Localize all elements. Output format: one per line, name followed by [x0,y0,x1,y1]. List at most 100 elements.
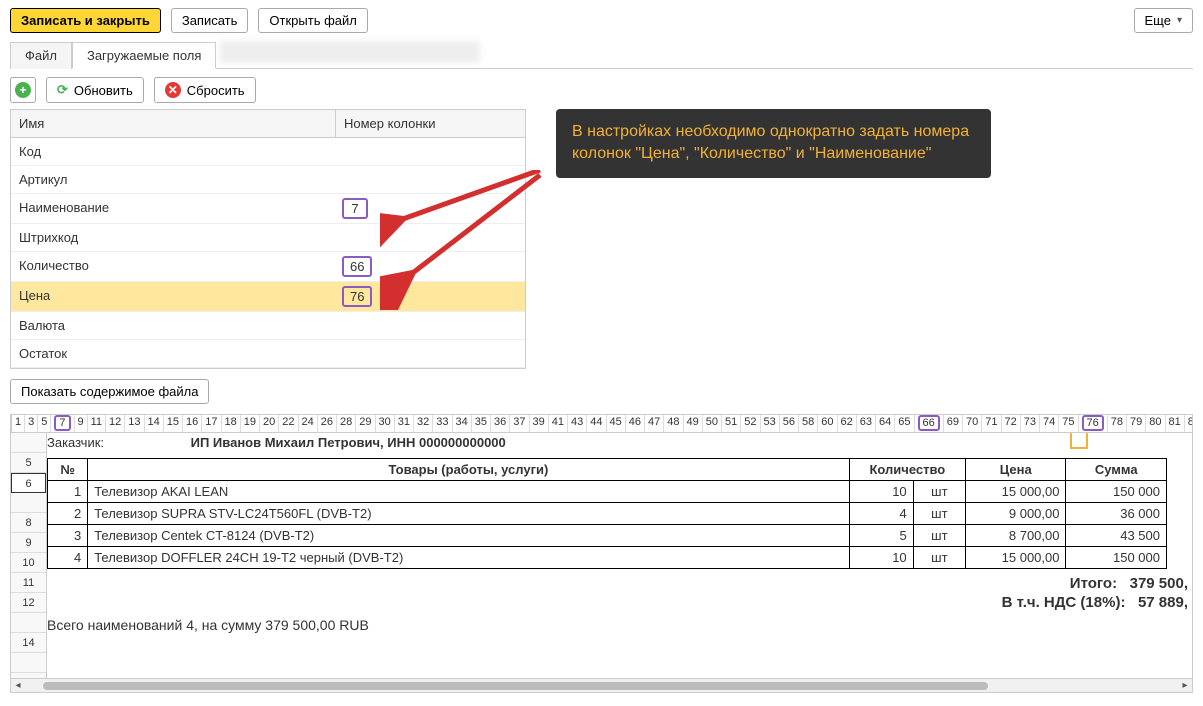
column-header-cell[interactable]: 48 [664,415,683,432]
table-row[interactable]: 1Телевизор AKAI LEAN10шт15 000,00150 000 [48,481,1167,503]
column-header-cell[interactable]: 56 [780,415,799,432]
row-header-cell[interactable]: 16 [11,673,46,678]
horizontal-scrollbar[interactable]: ◂ ▸ [11,678,1192,692]
column-header-cell[interactable]: 81 [1166,415,1185,432]
column-header-strip[interactable]: 1357911121314151617181920222426282930313… [11,415,1192,433]
column-header-cell[interactable]: 74 [1040,415,1059,432]
row-header-cell[interactable] [11,493,46,513]
column-header-cell[interactable]: 39 [530,415,549,432]
tab-loaded-fields[interactable]: Загружаемые поля [72,42,216,69]
column-header-cell[interactable]: 19 [241,415,260,432]
th-no[interactable]: № [48,459,88,481]
column-header-cell[interactable]: 18 [222,415,241,432]
column-header-cell[interactable]: 22 [279,415,298,432]
column-header-cell[interactable]: 16 [183,415,202,432]
field-row[interactable]: Артикул [11,166,525,194]
column-header-cell[interactable]: 5 [38,415,51,432]
column-header-cell[interactable]: 29 [356,415,375,432]
more-button[interactable]: Еще ▾ [1134,8,1193,33]
row-header-cell[interactable]: 5 [11,453,46,473]
column-header-cell[interactable]: 12 [106,415,125,432]
field-row-colnum[interactable] [336,138,525,165]
row-header-cell[interactable]: 14 [11,633,46,653]
save-button[interactable]: Записать [171,8,249,33]
column-header-cell[interactable]: 30 [376,415,395,432]
column-header-cell[interactable]: 70 [963,415,982,432]
field-row[interactable]: Количество66 [11,252,525,282]
row-header-cell[interactable] [11,613,46,633]
field-row[interactable]: Остаток [11,340,525,368]
row-header-cell[interactable] [11,653,46,673]
column-header-cell[interactable]: 71 [982,415,1001,432]
sheet-content[interactable]: Заказчик: ИП Иванов Михаил Петрович, ИНН… [47,433,1192,678]
field-row[interactable]: Наименование7 [11,194,525,224]
column-header-cell[interactable]: 63 [857,415,876,432]
refresh-button[interactable]: ⟳ Обновить [46,77,144,103]
th-price[interactable]: Цена [966,459,1066,481]
table-row[interactable]: 3Телевизор Centek CT-8124 (DVB-T2)5шт8 7… [48,525,1167,547]
column-header-cell[interactable]: 28 [337,415,356,432]
field-row-colnum[interactable] [336,166,525,193]
column-header-cell[interactable]: 76 [1079,415,1108,432]
column-header-cell[interactable]: 82 [1185,415,1192,432]
row-header-column[interactable]: 56891011121416 [11,433,47,678]
row-header-cell[interactable]: 9 [11,533,46,553]
save-close-button[interactable]: Записать и закрыть [10,8,161,33]
column-header-cell[interactable]: 66 [915,415,944,432]
show-file-content-button[interactable]: Показать содержимое файла [10,379,209,404]
scroll-right-icon[interactable]: ▸ [1178,680,1192,691]
column-header-cell[interactable]: 69 [944,415,963,432]
reset-button[interactable]: ✕ Сбросить [154,77,256,103]
add-button[interactable]: + [10,77,36,103]
field-row-colnum[interactable] [336,312,525,339]
row-header-cell[interactable]: 8 [11,513,46,533]
column-header-cell[interactable]: 79 [1127,415,1146,432]
field-row-colnum[interactable] [336,340,525,367]
column-header-cell[interactable]: 52 [741,415,760,432]
column-header-cell[interactable]: 46 [626,415,645,432]
tab-file[interactable]: Файл [10,42,72,69]
field-row[interactable]: Код [11,138,525,166]
field-row-colnum[interactable]: 76 [336,282,525,311]
column-header-cell[interactable]: 64 [876,415,895,432]
column-header-cell[interactable]: 17 [202,415,221,432]
column-header-cell[interactable]: 80 [1146,415,1165,432]
column-header-cell[interactable]: 41 [549,415,568,432]
column-header-cell[interactable]: 60 [818,415,837,432]
column-header-cell[interactable]: 78 [1108,415,1127,432]
column-header-cell[interactable]: 31 [395,415,414,432]
column-header-cell[interactable]: 1 [12,415,25,432]
column-header-cell[interactable]: 45 [607,415,626,432]
th-goods[interactable]: Товары (работы, услуги) [88,459,850,481]
column-header-cell[interactable]: 73 [1021,415,1040,432]
column-header-cell[interactable]: 3 [25,415,38,432]
row-header-cell[interactable]: 11 [11,573,46,593]
field-row[interactable]: Валюта [11,312,525,340]
column-header-cell[interactable]: 33 [433,415,452,432]
table-row[interactable]: 4Телевизор DOFFLER 24CH 19-T2 черный (DV… [48,547,1167,569]
column-header-cell[interactable]: 36 [491,415,510,432]
th-sum[interactable]: Сумма [1066,459,1167,481]
column-header-cell[interactable]: 47 [645,415,664,432]
column-header-cell[interactable]: 65 [895,415,914,432]
column-header-cell[interactable]: 35 [472,415,491,432]
col-header-name[interactable]: Имя [11,110,336,137]
column-header-cell[interactable]: 26 [318,415,337,432]
column-header-cell[interactable]: 72 [1002,415,1021,432]
column-header-cell[interactable]: 37 [510,415,529,432]
column-header-cell[interactable]: 14 [145,415,164,432]
field-row-colnum[interactable] [336,224,525,251]
field-row-colnum[interactable]: 66 [336,252,525,281]
column-header-cell[interactable]: 15 [164,415,183,432]
column-header-cell[interactable]: 9 [75,415,88,432]
column-header-cell[interactable]: 58 [799,415,818,432]
column-header-cell[interactable]: 24 [299,415,318,432]
row-header-cell[interactable]: 10 [11,553,46,573]
column-header-cell[interactable]: 11 [88,415,106,432]
table-row[interactable]: 2Телевизор SUPRA STV-LC24T560FL (DVB-T2)… [48,503,1167,525]
column-header-cell[interactable]: 43 [568,415,587,432]
column-header-cell[interactable]: 44 [587,415,606,432]
row-header-cell[interactable]: 6 [11,473,46,493]
field-row-colnum[interactable]: 7 [336,194,525,223]
scroll-thumb[interactable] [43,682,988,690]
